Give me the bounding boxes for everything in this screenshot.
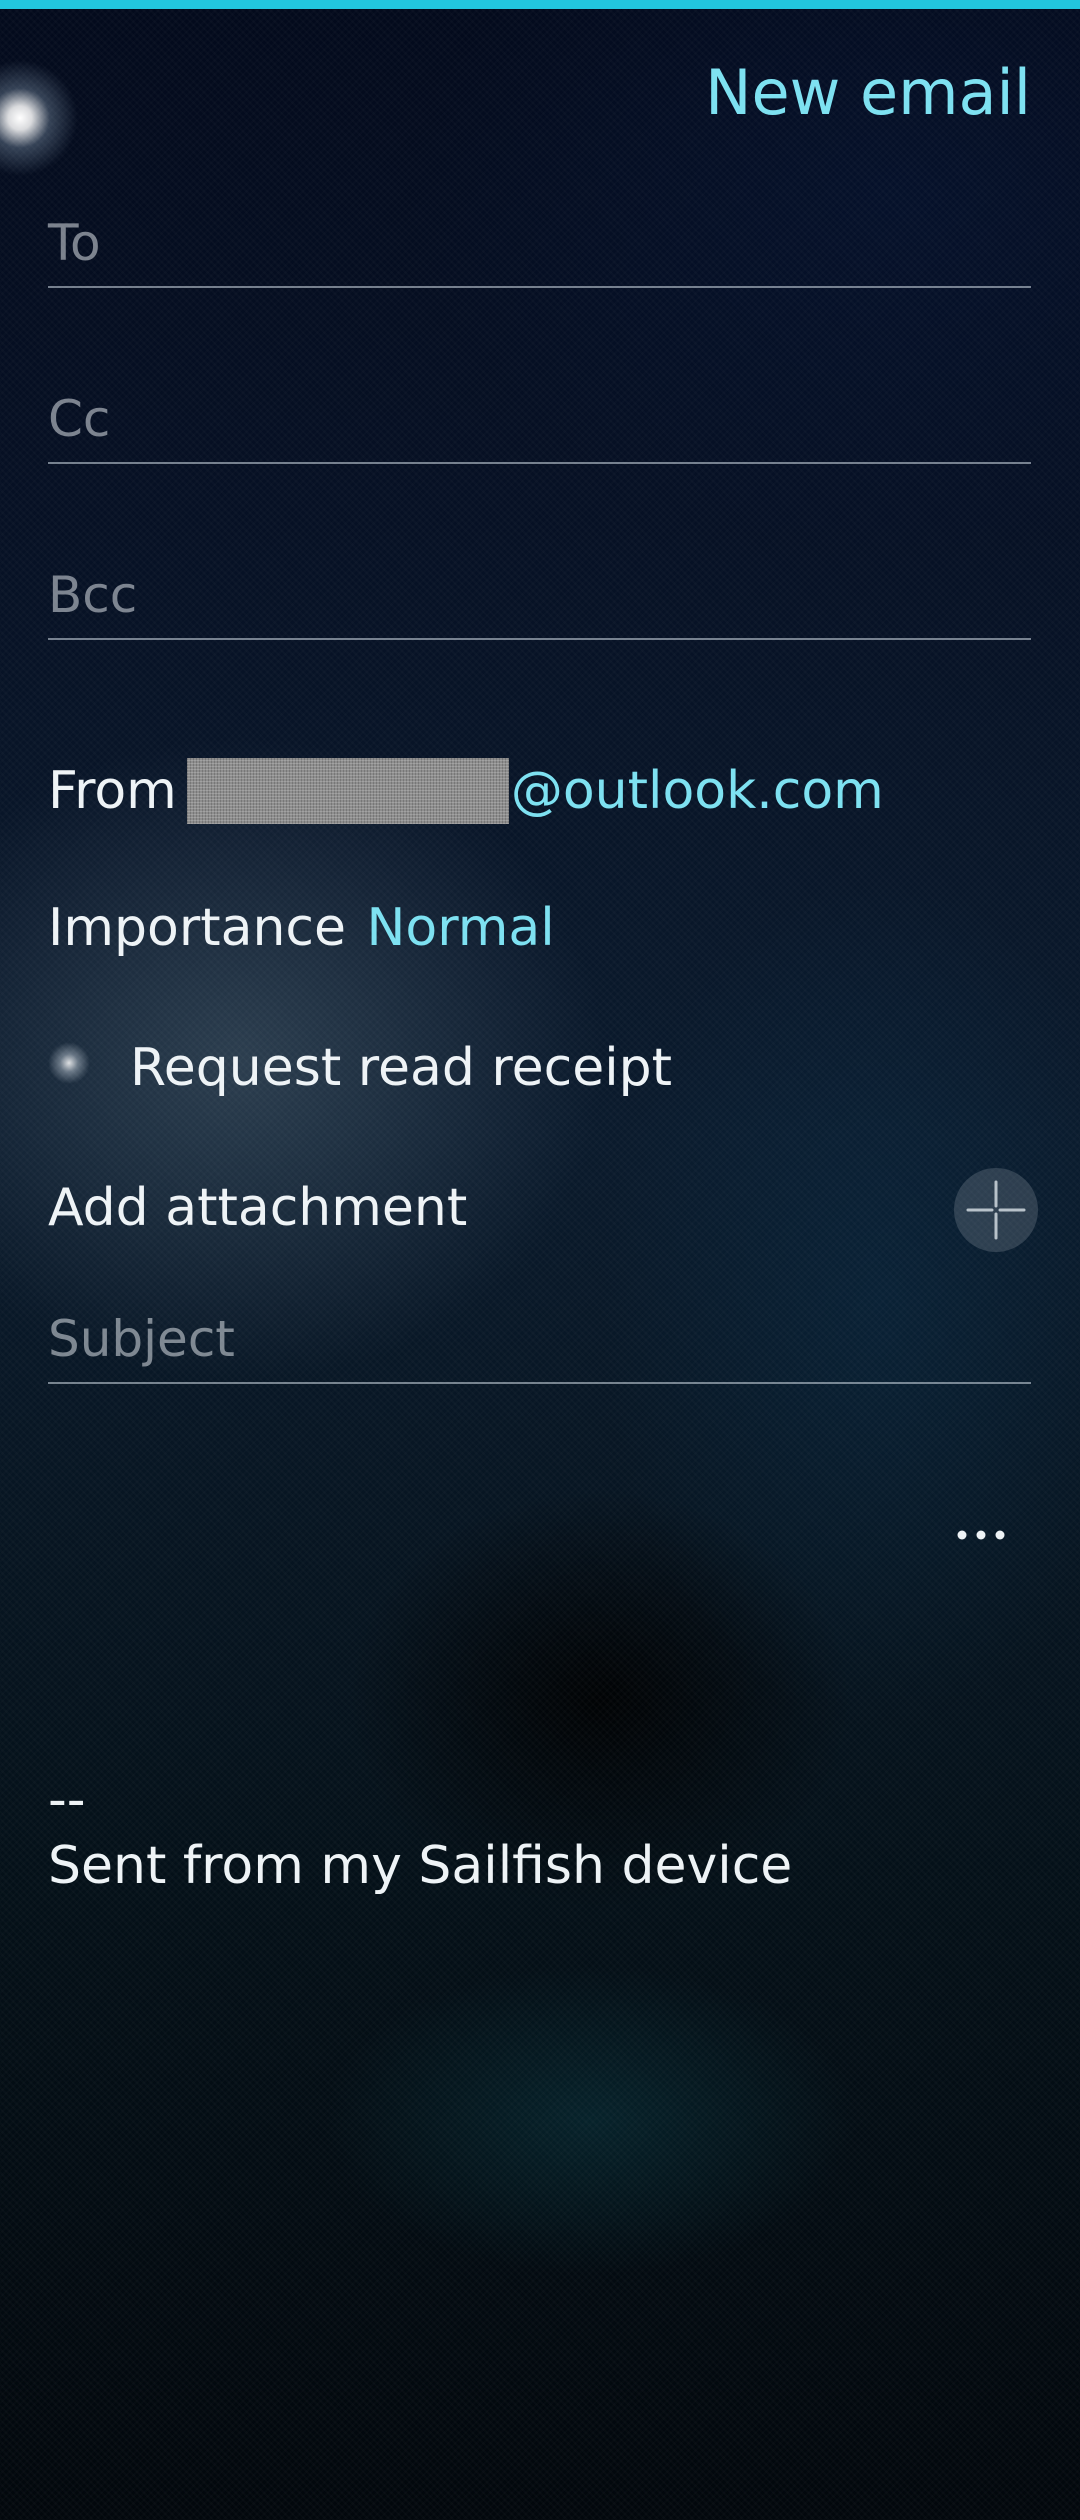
from-address-suffix: @outlook.com bbox=[510, 761, 884, 821]
read-receipt-switch[interactable] bbox=[48, 1042, 90, 1084]
page-title: New email bbox=[705, 56, 1031, 129]
add-attachment-label[interactable]: Add attachment bbox=[48, 1178, 467, 1238]
bcc-field[interactable]: Bcc bbox=[48, 566, 1031, 640]
more-icon[interactable] bbox=[954, 1520, 1008, 1550]
bcc-placeholder: Bcc bbox=[48, 566, 138, 624]
add-attachment-button[interactable] bbox=[954, 1168, 1038, 1252]
importance-label: Importance bbox=[48, 898, 346, 958]
redacted-address bbox=[186, 758, 509, 824]
background-texture bbox=[0, 0, 1080, 2520]
from-label: From bbox=[48, 761, 177, 821]
importance-selector[interactable]: Importance Normal bbox=[48, 898, 555, 958]
signature-separator: -- bbox=[48, 1770, 86, 1830]
read-receipt-label[interactable]: Request read receipt bbox=[130, 1038, 672, 1098]
compose-screen: New email To Cc Bcc From @outlook.com Imp… bbox=[0, 0, 1080, 2520]
to-placeholder: To bbox=[48, 214, 101, 272]
signature-text: Sent from my Sailfish device bbox=[48, 1836, 793, 1896]
pulley-menu-indicator[interactable] bbox=[0, 58, 80, 178]
subject-placeholder: Subject bbox=[48, 1310, 235, 1368]
cc-placeholder: Cc bbox=[48, 390, 111, 448]
importance-value: Normal bbox=[366, 898, 555, 958]
from-selector[interactable]: From @outlook.com bbox=[48, 758, 884, 824]
plus-icon bbox=[966, 1180, 1026, 1240]
status-indicator-bar bbox=[0, 0, 1080, 9]
subject-field[interactable]: Subject bbox=[48, 1310, 1031, 1384]
cc-field[interactable]: Cc bbox=[48, 390, 1031, 464]
to-field[interactable]: To bbox=[48, 214, 1031, 288]
